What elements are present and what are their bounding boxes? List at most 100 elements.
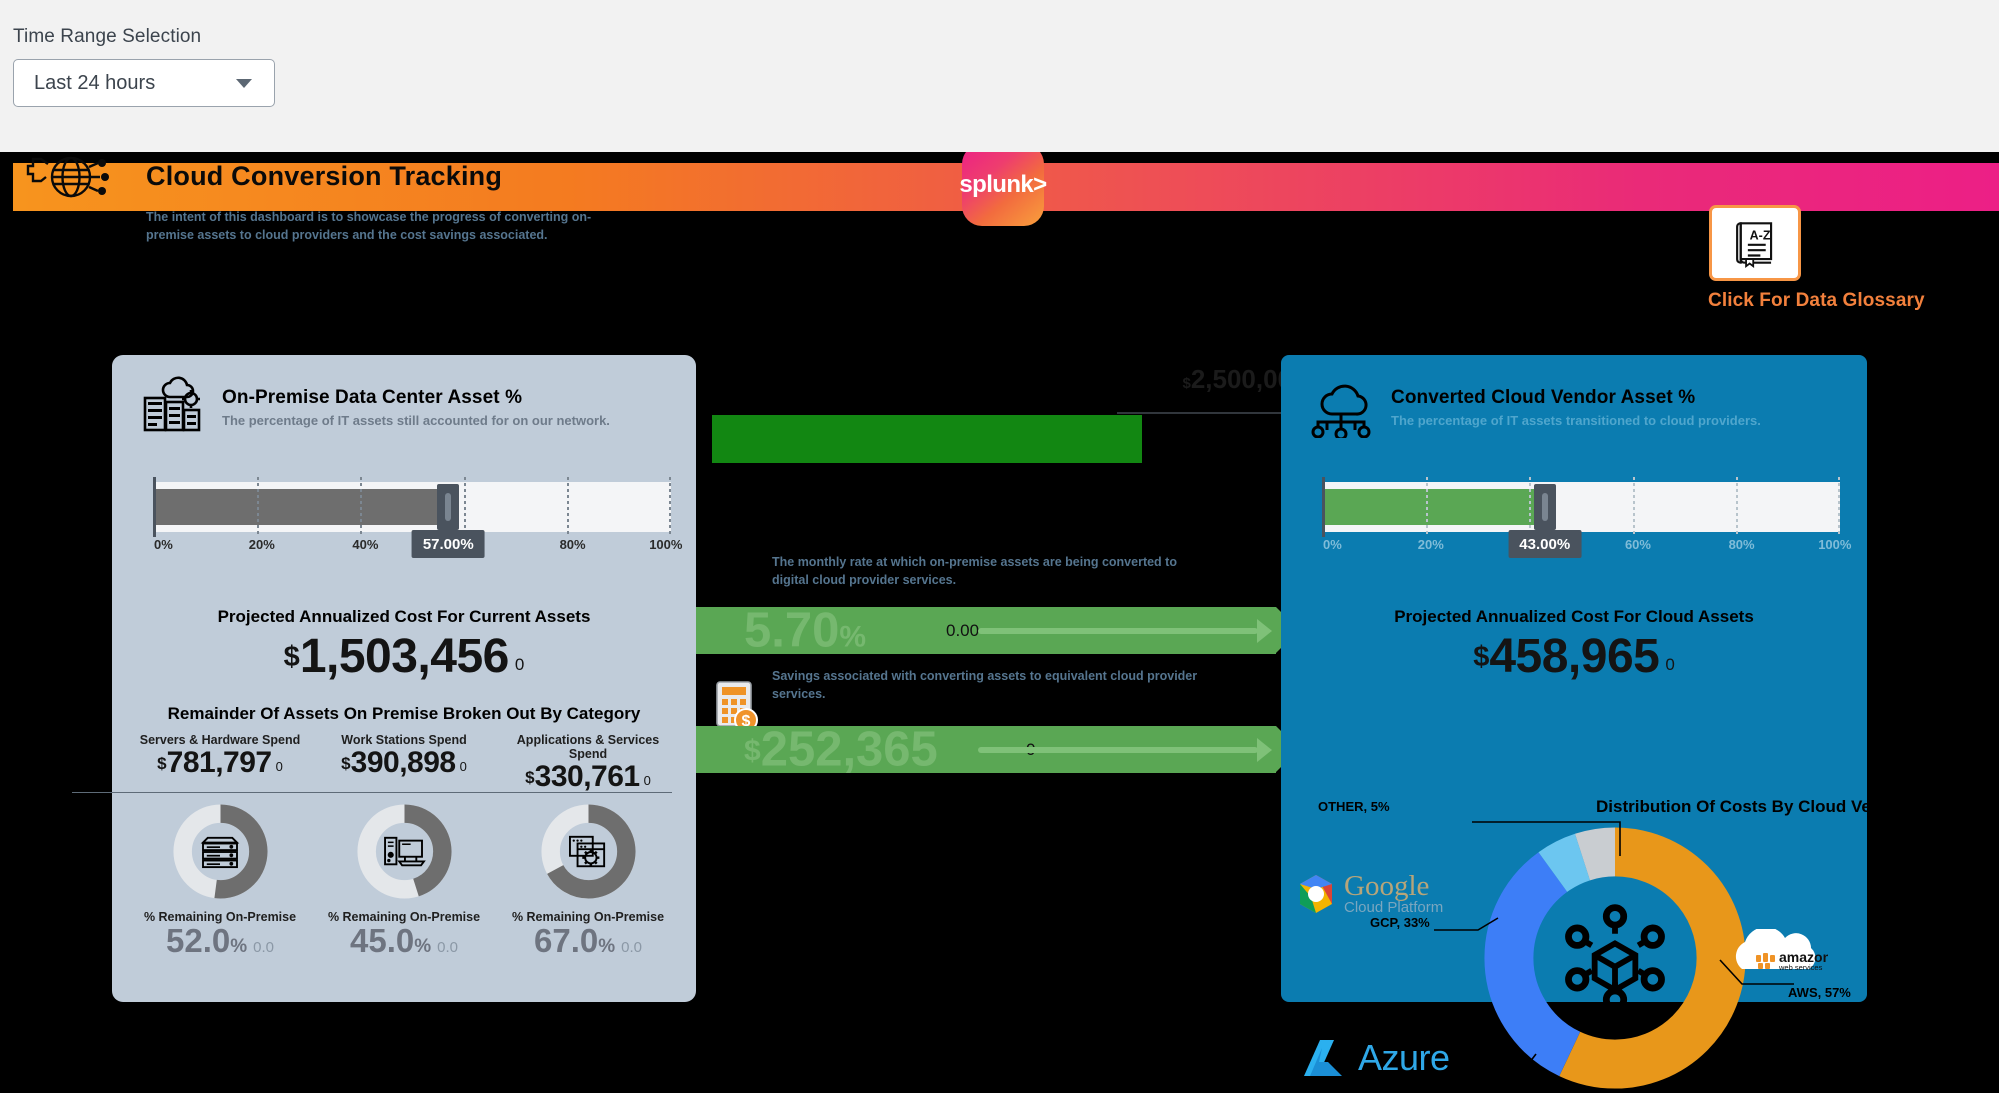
conversion-rate-value: 0.00	[946, 620, 980, 640]
category-label: Servers & Hardware Spend	[139, 733, 301, 747]
category-currency: $	[341, 754, 351, 773]
cloud-network-icon	[1311, 384, 1371, 438]
donut-percent-symbol: %	[598, 936, 616, 957]
gauge-tick-20	[1425, 477, 1428, 537]
category-applications: Applications & Services Spend $330,761 0	[496, 733, 680, 792]
splunk-logo-text: splunk>	[959, 171, 1047, 198]
center-total-currency: $	[1182, 375, 1191, 392]
azure-logo: Azure	[1300, 1034, 1480, 1082]
category-amounts-row: Servers & Hardware Spend $781,797 0 Work …	[128, 733, 680, 792]
az-book-icon: A-Z	[1709, 205, 1801, 281]
gcp-logo-sub: Cloud Platform	[1344, 899, 1444, 916]
on-premise-cost-value: $1,503,456 0	[112, 633, 696, 681]
cloud-cost-title: Projected Annualized Cost For Cloud Asse…	[1394, 607, 1754, 626]
category-workstations: Work Stations Spend $390,898 0	[312, 733, 496, 792]
dashboard-canvas: Cloud Conversion Tracking splunk> The in…	[0, 152, 1999, 1093]
category-amount: 781,797	[166, 746, 272, 779]
cloud-title: Converted Cloud Vendor Asset %	[1391, 386, 1696, 408]
gauge-tick-label: 80%	[1728, 537, 1755, 552]
donut-percent-decimal: 0.0	[253, 939, 274, 956]
category-currency: $	[525, 768, 535, 787]
gauge-marker[interactable]	[437, 484, 460, 530]
server-rack-icon	[172, 803, 269, 900]
on-premise-subtitle: The percentage of IT assets still accoun…	[222, 412, 610, 428]
gauge-start-cap	[153, 477, 156, 537]
cost-currency: $	[283, 641, 300, 673]
gauge-tick-60	[463, 477, 466, 537]
savings-track	[978, 737, 1272, 762]
app-windows-gear-icon	[540, 803, 637, 900]
category-decimal: 0	[275, 759, 283, 774]
gauge-tick-label: 60%	[1624, 537, 1651, 552]
cloud-subtitle: The percentage of IT assets transitioned…	[1391, 412, 1761, 428]
category-amount: 390,898	[350, 746, 456, 779]
gauge-tick-label: 20%	[248, 537, 275, 552]
breakout-title: Remainder Of Assets On Premise Broken Ou…	[167, 704, 641, 723]
category-label: Work Stations Spend	[341, 733, 467, 747]
workstations-donut-chart	[356, 803, 453, 900]
page-title: Cloud Conversion Tracking	[146, 161, 503, 191]
gauge-tick-label: 80%	[559, 537, 586, 552]
savings-bar: $252,365 0	[696, 725, 1299, 774]
green-accent-block	[712, 415, 1142, 463]
gauge-tick-label: 100%	[649, 537, 683, 552]
donut-cell-servers: % Remaining On-Premise 52.0% 0.0	[128, 803, 312, 957]
dashboard-page: Time Range Selection Last 24 hours Cloud…	[0, 0, 1999, 1093]
servers-donut-chart	[172, 803, 269, 900]
cloud-gauge: 0% 20% 40% 60% 80% 100% 43.00%	[1322, 477, 1851, 558]
on-premise-panel-header: On-Premise Data Center Asset % The perce…	[139, 376, 610, 438]
gauge-marker[interactable]	[1533, 484, 1556, 530]
savings-description: Savings associated with converting asset…	[772, 669, 1198, 702]
splunk-logo: splunk>	[959, 152, 1047, 226]
label-azure: AZURE, 5%	[1352, 1081, 1423, 1093]
on-premise-title: On-Premise Data Center Asset %	[222, 386, 523, 408]
donut-percent: 52.0	[166, 922, 231, 959]
on-premise-panel: On-Premise Data Center Asset % The perce…	[72, 355, 696, 1002]
donut-cell-applications: % Remaining On-Premise 67.0% 0.0	[496, 803, 680, 957]
time-range-dropdown[interactable]: Last 24 hours	[13, 59, 275, 107]
cost-amount: 458,965	[1489, 630, 1660, 683]
other-leader-line	[1472, 821, 1621, 856]
dashboard-description: The intent of this dashboard is to showc…	[146, 210, 592, 243]
cost-decimal: 0	[514, 655, 525, 674]
cloud-cost-value: $458,965 0	[1281, 633, 1867, 681]
conversion-rate-description: The monthly rate at which on-premise ass…	[772, 555, 1177, 588]
cost-currency: $	[1473, 641, 1490, 673]
donut-cell-workstations: % Remaining On-Premise 45.0% 0.0	[312, 803, 496, 957]
category-servers: Servers & Hardware Spend $781,797 0	[128, 733, 312, 792]
conversion-rate-ghost-value: 5.70%	[744, 603, 867, 657]
gauge-tick-label: 40%	[352, 537, 379, 552]
time-range-bar: Time Range Selection Last 24 hours	[0, 0, 1999, 152]
applications-donut-chart	[540, 803, 637, 900]
gauge-value-badge: 57.00%	[411, 530, 485, 558]
gauge-tick-80	[1736, 477, 1739, 537]
cloud-panel-header: Converted Cloud Vendor Asset % The perce…	[1308, 376, 1761, 438]
category-decimal: 0	[459, 759, 467, 774]
category-currency: $	[157, 754, 167, 773]
conversion-rate-track	[978, 618, 1272, 643]
aws-logo: amazon web services	[1724, 926, 1831, 987]
category-amount: 330,761	[534, 760, 640, 793]
gauge-tick-100	[669, 477, 671, 537]
conversion-rate-bar: 5.70% 0.00	[696, 603, 1299, 657]
azure-logo-name: Azure	[1358, 1037, 1450, 1078]
globe-network-icon	[26, 156, 109, 198]
on-premise-gauge: 0% 20% 40% 60% 80% 100% 57.00%	[153, 477, 682, 558]
category-label: Applications & Services Spend	[516, 733, 660, 761]
gauge-fill	[153, 489, 449, 525]
category-donuts-row: % Remaining On-Premise 52.0% 0.0 % Remai…	[128, 803, 680, 957]
data-glossary-button[interactable]: A-Z Click For Data Glossary	[1708, 205, 1938, 312]
donut-percent-decimal: 0.0	[437, 939, 458, 956]
donut-percent: 67.0	[534, 922, 599, 959]
data-glossary-label: Click For Data Glossary	[1708, 290, 1925, 311]
donut-percent-decimal: 0.0	[621, 939, 642, 956]
gauge-tick-label: 0%	[1322, 537, 1342, 552]
gauge-tick-80	[567, 477, 570, 537]
gauge-tick-100	[1838, 477, 1840, 537]
donut-percent-symbol: %	[230, 936, 248, 957]
gauge-value-badge: 43.00%	[1508, 530, 1582, 558]
aws-logo-sub: web services	[1778, 963, 1823, 972]
gauge-tick-40	[360, 477, 363, 537]
svg-text:A-Z: A-Z	[1750, 228, 1771, 242]
on-premise-cost-title: Projected Annualized Cost For Current As…	[217, 607, 591, 626]
